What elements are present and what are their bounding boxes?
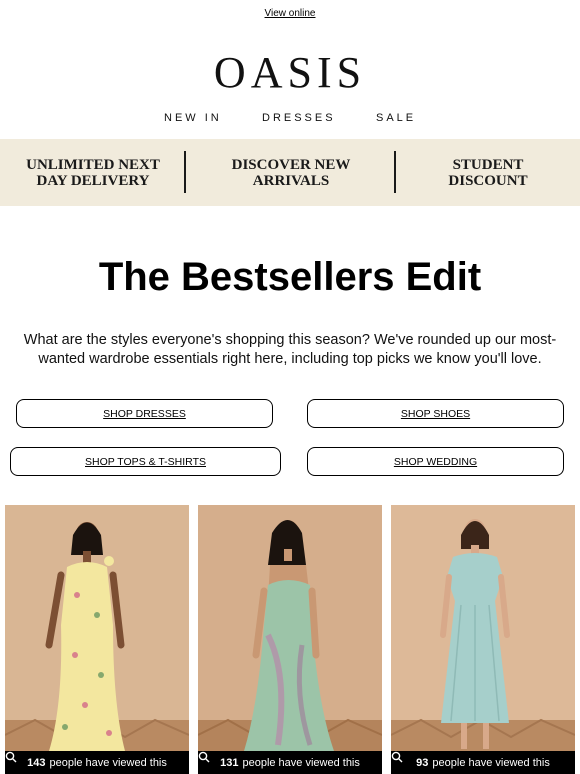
banner-student-discount[interactable]: STUDENT DISCOUNT (396, 139, 580, 206)
product-card[interactable]: 143 people have viewed this (5, 505, 189, 774)
product-image[interactable] (198, 505, 382, 774)
views-counter: 143 people have viewed this (5, 751, 189, 774)
search-icon (391, 751, 403, 763)
banner-arrivals-line1: DISCOVER NEW (231, 156, 351, 173)
main-nav: NEW IN DRESSES SALE (0, 112, 580, 126)
shop-wedding-button[interactable]: SHOP WEDDING (307, 447, 564, 476)
promo-banner: UNLIMITED NEXT DAY DELIVERY DISCOVER NEW A… (0, 139, 580, 206)
views-counter: 131 people have viewed this (198, 751, 382, 774)
nav-dresses[interactable]: DRESSES (262, 112, 336, 124)
product-card[interactable]: 93 people have viewed this (391, 505, 575, 774)
banner-student-line2: DISCOUNT (448, 172, 528, 189)
nav-sale[interactable]: SALE (376, 112, 416, 124)
brand-logo[interactable]: OASIS (0, 50, 580, 96)
product-image[interactable] (5, 505, 189, 774)
page-title: The Bestsellers Edit (98, 255, 482, 299)
views-text: people have viewed this (49, 756, 167, 769)
shop-tops-button[interactable]: SHOP TOPS & T-SHIRTS (10, 447, 281, 476)
banner-delivery[interactable]: UNLIMITED NEXT DAY DELIVERY (0, 139, 186, 206)
views-count: 93 (416, 756, 429, 769)
product-image[interactable] (391, 505, 575, 774)
banner-delivery-line2: DAY DELIVERY (36, 172, 150, 189)
views-count: 131 (220, 756, 239, 769)
product-card[interactable]: 131 people have viewed this (198, 505, 382, 774)
search-icon (198, 751, 210, 763)
search-icon (5, 751, 17, 763)
views-text: people have viewed this (432, 756, 550, 769)
shop-dresses-button[interactable]: SHOP DRESSES (16, 399, 273, 428)
banner-new-arrivals[interactable]: DISCOVER NEW ARRIVALS (186, 139, 396, 206)
banner-student-line1: STUDENT (452, 156, 524, 173)
shop-shoes-button[interactable]: SHOP SHOES (307, 399, 564, 428)
view-online-link[interactable]: View online (0, 8, 580, 19)
nav-new-in[interactable]: NEW IN (164, 112, 222, 124)
views-text: people have viewed this (242, 756, 360, 769)
views-counter: 93 people have viewed this (391, 751, 575, 774)
views-count: 143 (27, 756, 46, 769)
dress-shape (447, 553, 503, 601)
intro-text: What are the styles everyone's shopping … (23, 332, 557, 367)
banner-arrivals-line2: ARRIVALS (252, 172, 330, 189)
banner-delivery-line1: UNLIMITED NEXT (26, 156, 160, 173)
